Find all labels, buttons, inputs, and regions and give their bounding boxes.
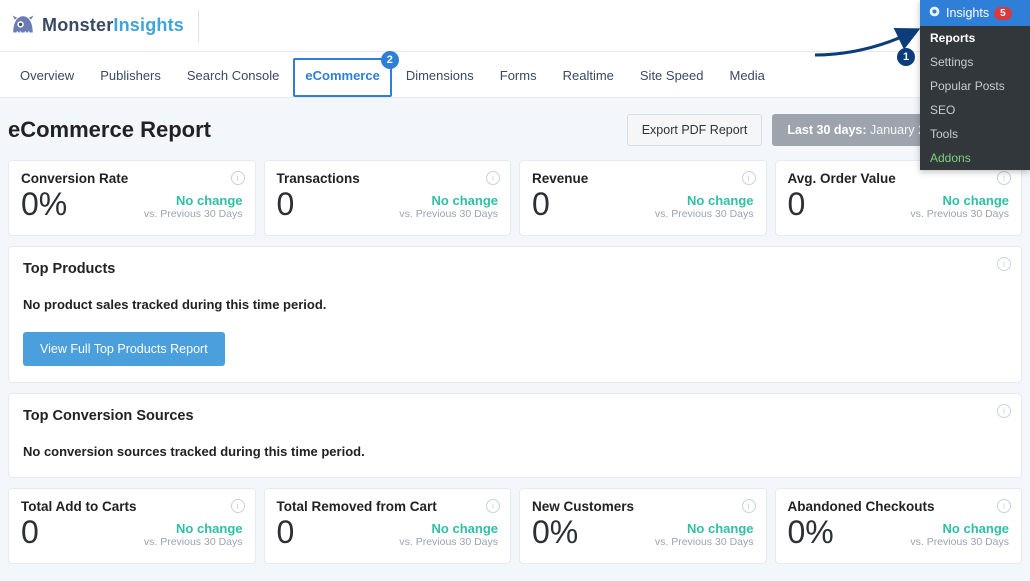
stat-title: Total Removed from Cart — [277, 499, 499, 514]
wp-admin-insights-label: Insights — [946, 6, 989, 20]
tab-search-console[interactable]: Search Console — [175, 58, 292, 97]
insights-icon — [928, 5, 941, 21]
info-icon[interactable]: i — [997, 404, 1011, 418]
wp-admin-insights-badge: 5 — [994, 7, 1012, 20]
stat-change: No change — [399, 521, 498, 536]
stat-title: Revenue — [532, 171, 754, 186]
stat-title: Avg. Order Value — [788, 171, 1010, 186]
stat-abandoned-checkouts: i Abandoned Checkouts 0% No change vs. P… — [775, 488, 1023, 564]
stat-change: No change — [655, 521, 754, 536]
stat-revenue: i Revenue 0 No change vs. Previous 30 Da… — [519, 160, 767, 236]
stat-compare: vs. Previous 30 Days — [910, 208, 1009, 220]
page-body: eCommerce Report Export PDF Report Last … — [0, 98, 1030, 564]
stat-value: 0% — [532, 516, 578, 548]
info-icon[interactable]: i — [231, 171, 245, 185]
tab-media[interactable]: Media — [718, 58, 777, 97]
tab-publishers[interactable]: Publishers — [88, 58, 173, 97]
wp-admin-item-addons[interactable]: Addons — [920, 146, 1030, 170]
brand-text: MonsterInsights — [42, 15, 184, 36]
stat-conversion-rate: i Conversion Rate 0% No change vs. Previ… — [8, 160, 256, 236]
stat-change: No change — [910, 521, 1009, 536]
header-divider — [198, 10, 199, 42]
panel-top-products: i Top Products No product sales tracked … — [8, 246, 1022, 383]
info-icon[interactable]: i — [231, 499, 245, 513]
info-icon[interactable]: i — [997, 257, 1011, 271]
stat-value: 0% — [21, 188, 67, 220]
stat-title: New Customers — [532, 499, 754, 514]
tab-site-speed[interactable]: Site Speed — [628, 58, 716, 97]
page-top-bar: eCommerce Report Export PDF Report Last … — [8, 114, 1022, 146]
panel-empty-text: No product sales tracked during this tim… — [23, 297, 1007, 312]
stat-value: 0 — [788, 188, 806, 220]
info-icon[interactable]: i — [486, 171, 500, 185]
stat-title: Abandoned Checkouts — [788, 499, 1010, 514]
tab-nav: Overview Publishers Search Console eComm… — [0, 52, 1030, 98]
wp-admin-item-tools[interactable]: Tools — [920, 122, 1030, 146]
view-full-products-button[interactable]: View Full Top Products Report — [23, 332, 225, 366]
stat-title: Transactions — [277, 171, 499, 186]
stat-add-to-carts: i Total Add to Carts 0 No change vs. Pre… — [8, 488, 256, 564]
tab-ecommerce-label: eCommerce — [305, 68, 379, 83]
stat-new-customers: i New Customers 0% No change vs. Previou… — [519, 488, 767, 564]
stat-title: Total Add to Carts — [21, 499, 243, 514]
wp-admin-item-seo[interactable]: SEO — [920, 98, 1030, 122]
tab-realtime[interactable]: Realtime — [551, 58, 626, 97]
wp-admin-insights-header[interactable]: Insights 5 — [920, 0, 1030, 26]
panel-top-conversion-sources: i Top Conversion Sources No conversion s… — [8, 393, 1022, 478]
stat-compare: vs. Previous 30 Days — [144, 536, 243, 548]
wp-admin-item-settings[interactable]: Settings — [920, 50, 1030, 74]
tab-dimensions[interactable]: Dimensions — [394, 58, 486, 97]
annotation-badge-1: 1 — [897, 48, 915, 66]
stat-change: No change — [399, 193, 498, 208]
tab-overview[interactable]: Overview — [8, 58, 86, 97]
wp-admin-item-popular-posts[interactable]: Popular Posts — [920, 74, 1030, 98]
stat-compare: vs. Previous 30 Days — [399, 208, 498, 220]
stat-compare: vs. Previous 30 Days — [655, 536, 754, 548]
tab-forms[interactable]: Forms — [488, 58, 549, 97]
info-icon[interactable]: i — [742, 499, 756, 513]
tab-ecommerce[interactable]: eCommerce 2 — [293, 58, 391, 97]
stat-change: No change — [144, 521, 243, 536]
stat-compare: vs. Previous 30 Days — [399, 536, 498, 548]
stat-title: Conversion Rate — [21, 171, 243, 186]
stat-compare: vs. Previous 30 Days — [144, 208, 243, 220]
page-title: eCommerce Report — [8, 117, 211, 143]
info-icon[interactable]: i — [997, 499, 1011, 513]
brand-logo: MonsterInsights — [10, 13, 184, 39]
stat-compare: vs. Previous 30 Days — [655, 208, 754, 220]
monster-icon — [10, 13, 36, 39]
wp-admin-insights-menu: Insights 5 Reports Settings Popular Post… — [920, 0, 1030, 170]
stats-row-1: i Conversion Rate 0% No change vs. Previ… — [8, 160, 1022, 236]
stat-compare: vs. Previous 30 Days — [910, 536, 1009, 548]
app-header: MonsterInsights — [0, 0, 1030, 52]
stat-transactions: i Transactions 0 No change vs. Previous … — [264, 160, 512, 236]
stat-value: 0% — [788, 516, 834, 548]
panel-title: Top Products — [23, 261, 1007, 277]
stat-value: 0 — [277, 516, 295, 548]
wp-admin-item-reports[interactable]: Reports — [920, 26, 1030, 50]
stat-avg-order-value: i Avg. Order Value 0 No change vs. Previ… — [775, 160, 1023, 236]
stat-value: 0 — [277, 188, 295, 220]
stat-removed-from-cart: i Total Removed from Cart 0 No change vs… — [264, 488, 512, 564]
stat-change: No change — [655, 193, 754, 208]
info-icon[interactable]: i — [486, 499, 500, 513]
panel-empty-text: No conversion sources tracked during thi… — [23, 444, 1007, 459]
stat-value: 0 — [532, 188, 550, 220]
export-pdf-button[interactable]: Export PDF Report — [627, 114, 763, 146]
stat-value: 0 — [21, 516, 39, 548]
stats-row-2: i Total Add to Carts 0 No change vs. Pre… — [8, 488, 1022, 564]
info-icon[interactable]: i — [997, 171, 1011, 185]
stat-change: No change — [910, 193, 1009, 208]
panel-title: Top Conversion Sources — [23, 408, 1007, 424]
info-icon[interactable]: i — [742, 171, 756, 185]
stat-change: No change — [144, 193, 243, 208]
date-range-prefix: Last 30 days: — [787, 123, 866, 137]
